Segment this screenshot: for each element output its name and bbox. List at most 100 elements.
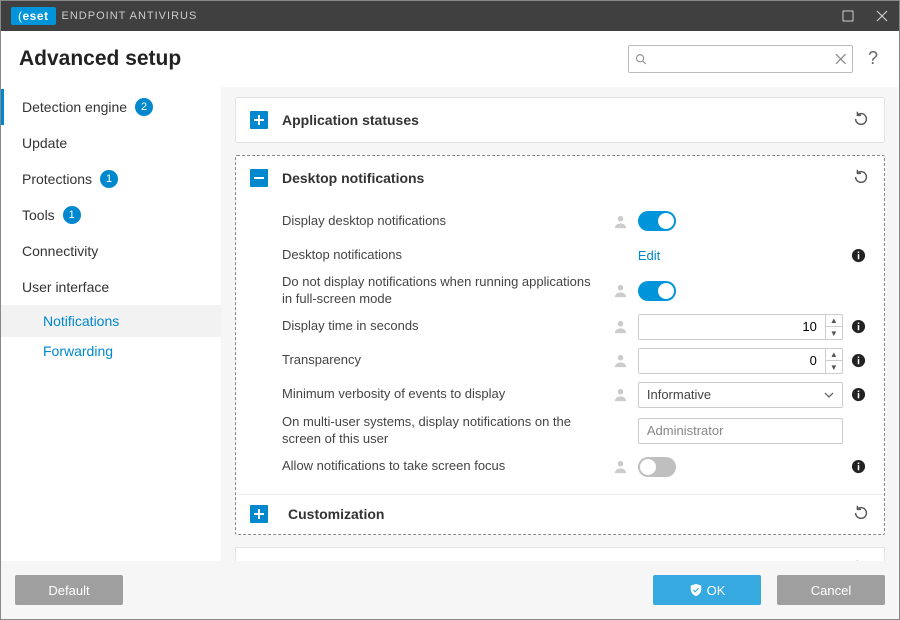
subsection-customization[interactable]: Customization <box>236 494 884 534</box>
search-input[interactable] <box>651 50 831 67</box>
user-icon <box>612 387 630 402</box>
expand-icon[interactable] <box>250 111 268 129</box>
window-close-button[interactable] <box>865 1 899 31</box>
window-maximize-button[interactable] <box>831 1 865 31</box>
sidebar-badge: 1 <box>63 206 81 224</box>
setting-label: Display desktop notifications <box>282 213 612 230</box>
page-title: Advanced setup <box>19 47 181 71</box>
chevron-up-icon[interactable]: ▲ <box>826 315 842 328</box>
app-window: (eset ENDPOINT ANTIVIRUS Advanced setup … <box>0 0 900 620</box>
search-icon <box>635 52 647 66</box>
shield-icon <box>689 583 703 597</box>
setting-label: Transparency <box>282 352 612 369</box>
header-strip: Advanced setup ? <box>1 31 899 87</box>
multi-user-value: Administrator <box>647 423 724 438</box>
sidebar: Detection engine 2 Update Protections 1 … <box>1 87 221 561</box>
sidebar-subitem-notifications[interactable]: Notifications <box>1 305 221 337</box>
edit-link[interactable]: Edit <box>638 248 660 263</box>
sidebar-badge: 1 <box>100 170 118 188</box>
transparency-value[interactable] <box>639 349 825 373</box>
toggle-fullscreen-suppress[interactable] <box>638 281 676 301</box>
setting-label: Do not display notifications when runnin… <box>282 274 612 308</box>
spinner[interactable]: ▲▼ <box>825 315 842 339</box>
info-icon[interactable] <box>846 387 870 402</box>
display-time-input[interactable]: ▲▼ <box>638 314 843 340</box>
body: Detection engine 2 Update Protections 1 … <box>1 87 899 561</box>
collapse-icon[interactable] <box>250 169 268 187</box>
main-content: Application statuses Desktop notificatio… <box>221 87 899 561</box>
sidebar-badge: 2 <box>135 98 153 116</box>
title-bar: (eset ENDPOINT ANTIVIRUS <box>1 1 899 31</box>
expand-icon[interactable] <box>250 505 268 523</box>
info-icon[interactable] <box>846 353 870 368</box>
sidebar-item-update[interactable]: Update <box>1 125 221 161</box>
chevron-down-icon <box>824 390 834 400</box>
sidebar-item-connectivity[interactable]: Connectivity <box>1 233 221 269</box>
sidebar-item-label: Notifications <box>43 313 119 329</box>
multi-user-input[interactable]: Administrator <box>638 418 843 444</box>
chevron-down-icon[interactable]: ▼ <box>826 361 842 373</box>
row-verbosity: Minimum verbosity of events to display I… <box>282 378 870 412</box>
ok-button[interactable]: OK <box>653 575 761 605</box>
row-fullscreen-suppress: Do not display notifications when runnin… <box>282 272 870 310</box>
brand-logo: (eset <box>11 7 56 25</box>
row-screen-focus: Allow notifications to take screen focus <box>282 450 870 484</box>
settings-rows: Display desktop notifications Desktop no… <box>236 200 884 494</box>
row-transparency: Transparency ▲▼ <box>282 344 870 378</box>
toggle-screen-focus[interactable] <box>638 457 676 477</box>
panel-header-application-statuses[interactable]: Application statuses <box>236 98 884 142</box>
transparency-input[interactable]: ▲▼ <box>638 348 843 374</box>
sidebar-item-label: User interface <box>22 279 109 295</box>
reset-button[interactable] <box>852 168 870 189</box>
panel-header-desktop-notifications[interactable]: Desktop notifications <box>236 156 884 200</box>
window-controls <box>831 1 899 31</box>
clear-search-icon[interactable] <box>835 52 847 66</box>
setting-label: Desktop notifications <box>282 247 612 264</box>
panel-title: Desktop notifications <box>282 170 424 186</box>
setting-label: Allow notifications to take screen focus <box>282 458 612 475</box>
user-icon <box>612 459 630 474</box>
default-button[interactable]: Default <box>15 575 123 605</box>
spinner[interactable]: ▲▼ <box>825 349 842 373</box>
info-icon[interactable] <box>846 459 870 474</box>
panel-interactive-alerts: Interactive alerts <box>235 547 885 561</box>
chevron-down-icon[interactable]: ▼ <box>826 327 842 339</box>
panel-application-statuses: Application statuses <box>235 97 885 143</box>
sidebar-item-label: Connectivity <box>22 243 98 259</box>
setting-label: On multi-user systems, display notificat… <box>282 414 612 448</box>
sidebar-item-label: Update <box>22 135 67 151</box>
sidebar-item-detection-engine[interactable]: Detection engine 2 <box>1 89 221 125</box>
help-button[interactable]: ? <box>865 48 881 69</box>
panel-header-interactive-alerts[interactable]: Interactive alerts <box>236 548 884 561</box>
search-input-wrapper[interactable] <box>628 45 853 73</box>
panel-title: Application statuses <box>282 112 419 128</box>
cancel-button[interactable]: Cancel <box>777 575 885 605</box>
product-name: ENDPOINT ANTIVIRUS <box>62 10 198 22</box>
panel-desktop-notifications: Desktop notifications Display desktop no… <box>235 155 885 535</box>
sidebar-item-label: Forwarding <box>43 343 113 359</box>
sidebar-item-protections[interactable]: Protections 1 <box>1 161 221 197</box>
sidebar-item-user-interface[interactable]: User interface <box>1 269 221 305</box>
subsection-title: Customization <box>288 506 384 522</box>
sidebar-item-tools[interactable]: Tools 1 <box>1 197 221 233</box>
verbosity-value: Informative <box>647 387 711 402</box>
row-desktop-notifications-edit: Desktop notifications Edit <box>282 238 870 272</box>
verbosity-select[interactable]: Informative <box>638 382 843 408</box>
chevron-up-icon[interactable]: ▲ <box>826 349 842 362</box>
footer: Default OK Cancel <box>1 561 899 619</box>
user-icon <box>612 214 630 229</box>
setting-label: Display time in seconds <box>282 318 612 335</box>
sidebar-item-label: Protections <box>22 171 92 187</box>
display-time-value[interactable] <box>639 315 825 339</box>
sidebar-subitem-forwarding[interactable]: Forwarding <box>1 337 221 365</box>
info-icon[interactable] <box>846 248 870 263</box>
reset-button[interactable] <box>852 504 870 525</box>
sidebar-item-label: Tools <box>22 207 55 223</box>
row-display-desktop-notifications: Display desktop notifications <box>282 204 870 238</box>
user-icon <box>612 319 630 334</box>
info-icon[interactable] <box>846 319 870 334</box>
reset-button[interactable] <box>852 110 870 131</box>
toggle-display-desktop-notifications[interactable] <box>638 211 676 231</box>
row-multi-user: On multi-user systems, display notificat… <box>282 412 870 450</box>
row-display-time: Display time in seconds ▲▼ <box>282 310 870 344</box>
